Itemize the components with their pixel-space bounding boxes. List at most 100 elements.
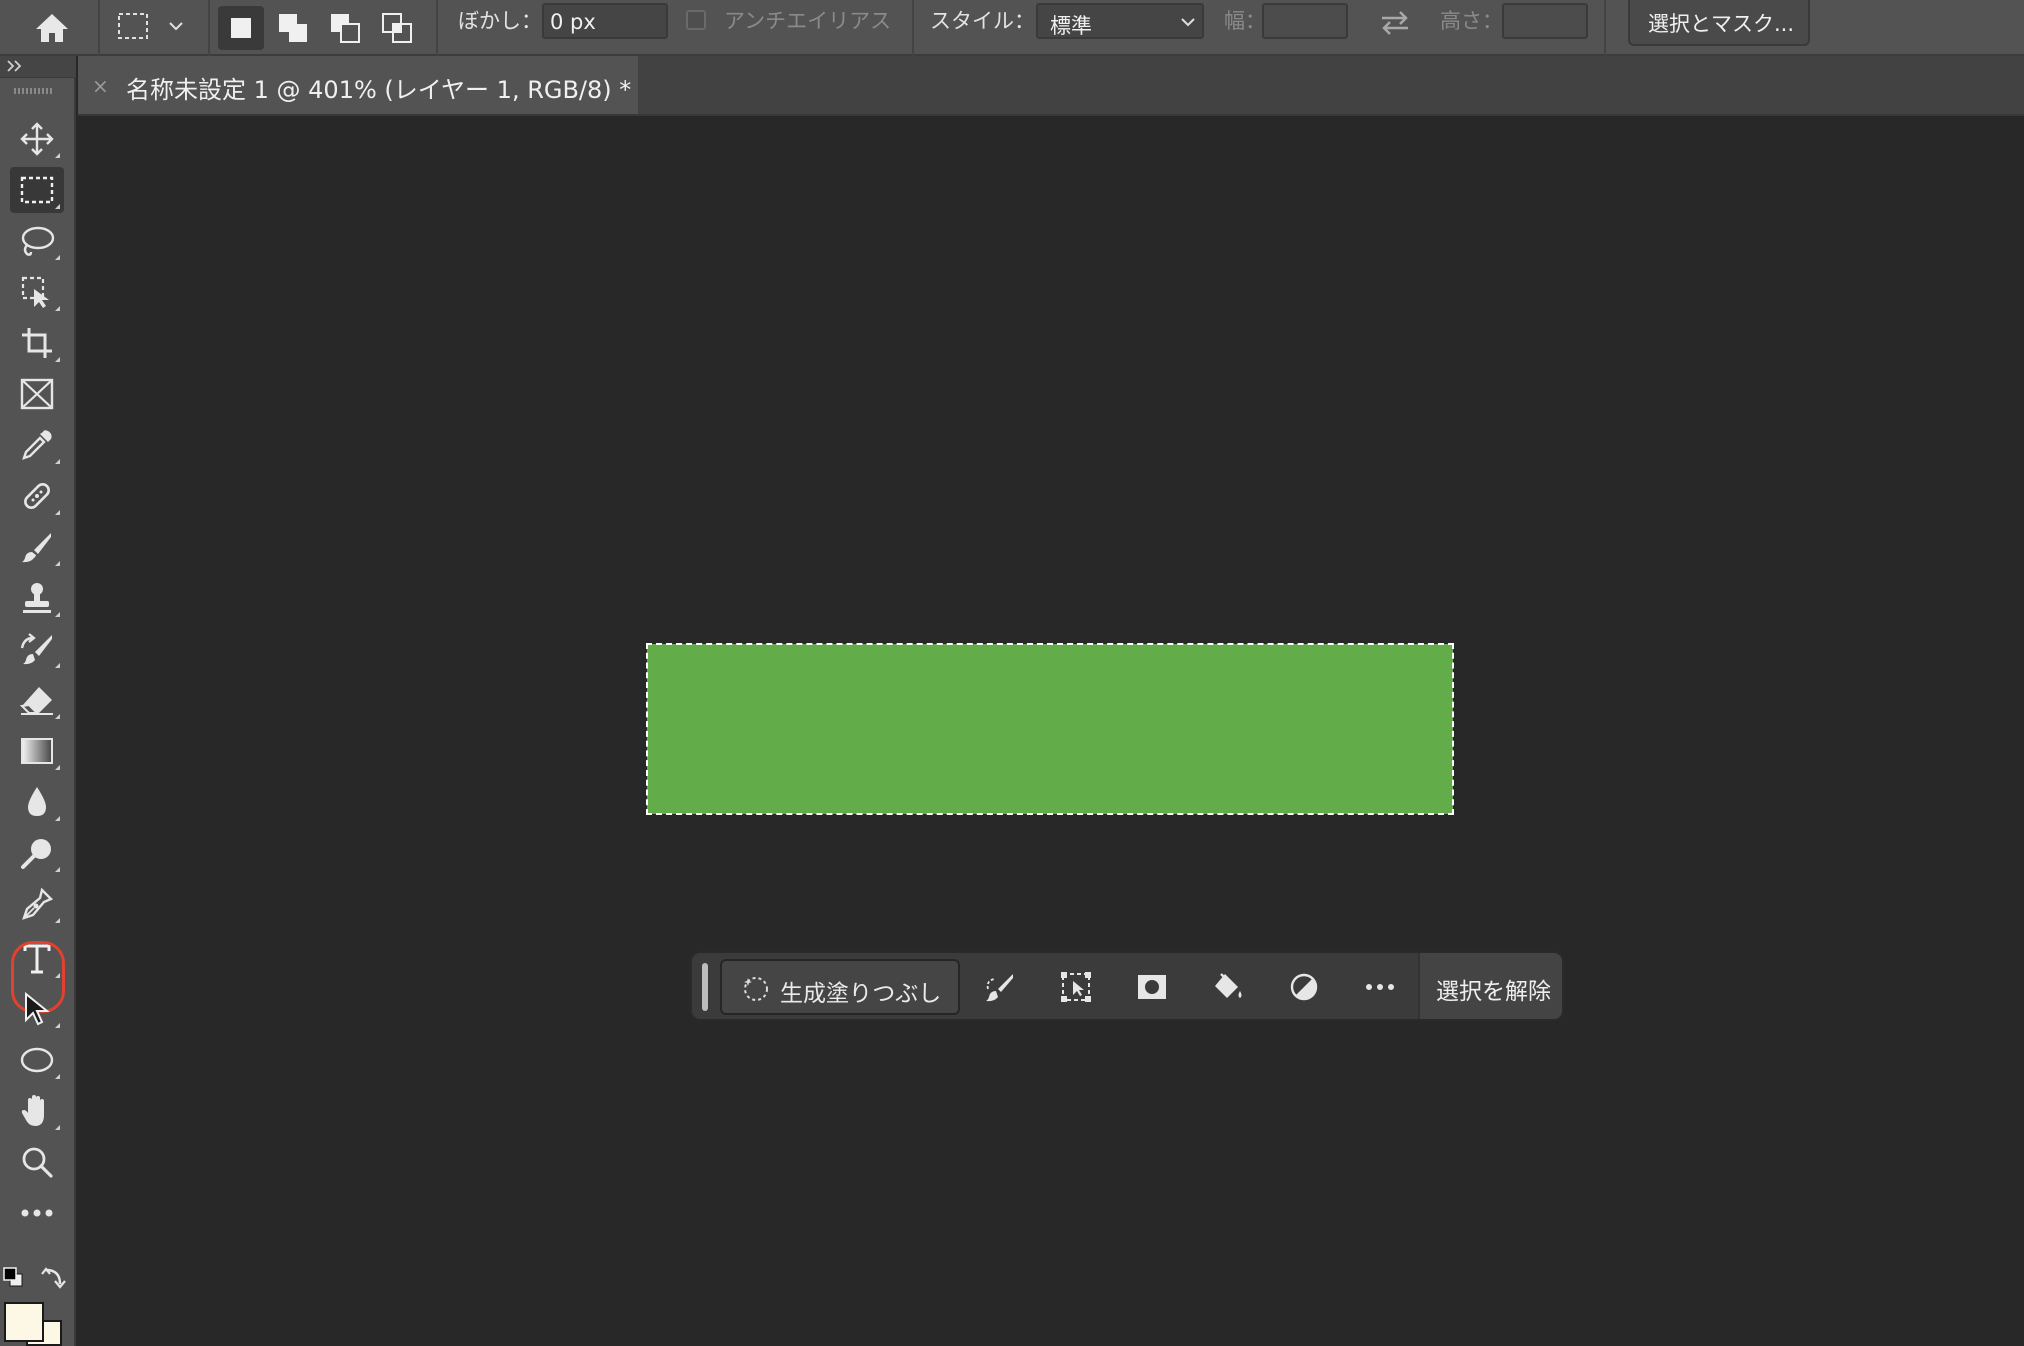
- eraser-icon: [19, 684, 55, 716]
- eyedropper-icon: [20, 428, 54, 462]
- fill-selection-button[interactable]: [1206, 965, 1250, 1009]
- subtract-from-selection-button[interactable]: [322, 6, 368, 50]
- type-tool[interactable]: [10, 936, 64, 982]
- marquee-preset-icon: [116, 10, 150, 42]
- blur-tool[interactable]: [10, 779, 64, 825]
- antialias-checkbox[interactable]: [686, 10, 706, 30]
- deselect-button[interactable]: 選択を解除: [1418, 953, 1562, 1019]
- add-to-selection-button[interactable]: [270, 6, 316, 50]
- rectangular-marquee-icon: [20, 175, 54, 205]
- deselect-label: 選択を解除: [1436, 979, 1551, 1005]
- feather-label: ぼかし：: [458, 9, 542, 33]
- toolbar-header: [0, 56, 76, 78]
- height-input[interactable]: [1502, 3, 1588, 39]
- expand-panel-icon[interactable]: [6, 59, 24, 73]
- intersect-selection-button[interactable]: [374, 6, 420, 50]
- add-selection-icon: [277, 12, 309, 44]
- pen-nib-icon: [20, 887, 54, 921]
- frame-tool[interactable]: [10, 371, 64, 417]
- create-mask-button[interactable]: [1130, 965, 1174, 1009]
- move-icon: [20, 122, 54, 156]
- height-label: 高さ：: [1440, 9, 1503, 33]
- chevron-down-icon: [168, 20, 184, 32]
- generative-fill-button[interactable]: 生成塗りつぶし: [720, 959, 960, 1015]
- subtract-selection-icon: [329, 12, 361, 44]
- generative-fill-icon: [742, 975, 770, 1003]
- home-icon: [34, 12, 70, 44]
- style-value: 標準: [1050, 14, 1092, 38]
- dodge-tool[interactable]: [10, 830, 64, 876]
- document-tab-title: 名称未設定 1 @ 401% (レイヤー 1, RGB/8) *: [126, 76, 632, 104]
- green-layer-fill[interactable]: [647, 644, 1453, 814]
- antialias-label: アンチエイリアス: [724, 9, 892, 33]
- width-input[interactable]: [1262, 3, 1348, 39]
- arrow-cursor-icon: [22, 992, 52, 1026]
- eyedropper-tool[interactable]: [10, 422, 64, 468]
- history-brush-icon: [19, 632, 55, 666]
- crop-icon: [20, 326, 54, 360]
- tool-preset-picker[interactable]: [112, 6, 188, 50]
- stamp-icon: [20, 581, 54, 615]
- ellipse-tool[interactable]: [10, 1037, 64, 1083]
- object-selection-tool[interactable]: [10, 269, 64, 315]
- document-tab-bar: × 名称未設定 1 @ 401% (レイヤー 1, RGB/8) *: [78, 56, 2024, 116]
- canvas-area[interactable]: 生成塗りつぶし 選択を解除: [78, 116, 2024, 1346]
- pen-tool[interactable]: [10, 881, 64, 927]
- select-and-mask-label: 選択とマスク...: [1648, 12, 1795, 36]
- close-tab-icon[interactable]: ×: [92, 74, 109, 98]
- adjustment-layer-button[interactable]: [1282, 965, 1326, 1009]
- swap-arrows-icon: [1378, 8, 1414, 38]
- default-colors-icon: [2, 1266, 24, 1288]
- width-label: 幅：: [1224, 9, 1266, 33]
- intersect-selection-icon: [381, 12, 413, 44]
- mask-icon: [1136, 973, 1168, 1001]
- more-dots-icon: [1365, 983, 1395, 991]
- lasso-icon: [19, 224, 55, 258]
- gradient-icon: [20, 737, 54, 765]
- object-selection-icon: [20, 275, 54, 309]
- more-options-button[interactable]: [1358, 965, 1402, 1009]
- frame-icon: [20, 378, 54, 410]
- tools-panel: [0, 56, 76, 1346]
- task-bar-drag-handle[interactable]: [702, 963, 708, 1011]
- lasso-tool[interactable]: [10, 218, 64, 264]
- type-t-icon: [22, 943, 52, 975]
- modify-selection-button[interactable]: [978, 965, 1022, 1009]
- crop-tool[interactable]: [10, 320, 64, 366]
- swap-colors-icon: [40, 1266, 66, 1292]
- hand-tool[interactable]: [10, 1088, 64, 1134]
- home-button[interactable]: [28, 6, 76, 50]
- history-brush-tool[interactable]: [10, 626, 64, 672]
- ellipse-icon: [19, 1046, 55, 1074]
- swap-dimensions-button[interactable]: [1378, 8, 1414, 44]
- more-dots-icon: [20, 1208, 54, 1218]
- chevron-down-icon: [1180, 16, 1196, 28]
- hand-icon: [20, 1093, 54, 1129]
- bandage-icon: [19, 478, 55, 514]
- feather-value: 0 px: [550, 10, 596, 34]
- clone-stamp-tool[interactable]: [10, 575, 64, 621]
- zoom-tool[interactable]: [10, 1139, 64, 1185]
- move-tool[interactable]: [10, 116, 64, 162]
- feather-input[interactable]: 0 px: [542, 3, 668, 39]
- select-and-mask-button[interactable]: 選択とマスク...: [1628, 0, 1810, 46]
- style-label: スタイル：: [930, 9, 1035, 33]
- rectangular-marquee-tool[interactable]: [10, 167, 64, 213]
- spot-healing-tool[interactable]: [10, 473, 64, 519]
- edit-toolbar[interactable]: [10, 1190, 64, 1236]
- document-tab[interactable]: × 名称未設定 1 @ 401% (レイヤー 1, RGB/8) *: [78, 56, 638, 114]
- toolbar-grip[interactable]: [14, 88, 54, 94]
- eraser-tool[interactable]: [10, 677, 64, 723]
- foreground-color-swatch[interactable]: [4, 1302, 44, 1342]
- brush-selection-icon: [984, 971, 1016, 1003]
- brush-tool[interactable]: [10, 524, 64, 570]
- default-colors-button[interactable]: [2, 1266, 24, 1288]
- dodge-icon: [20, 836, 54, 870]
- transform-selection-button[interactable]: [1054, 965, 1098, 1009]
- paint-bucket-icon: [1212, 971, 1244, 1003]
- style-select[interactable]: 標準: [1036, 3, 1204, 39]
- gradient-tool[interactable]: [10, 728, 64, 774]
- swap-colors-button[interactable]: [40, 1266, 66, 1292]
- new-selection-button[interactable]: [218, 6, 264, 50]
- path-selection-tool[interactable]: [10, 986, 64, 1032]
